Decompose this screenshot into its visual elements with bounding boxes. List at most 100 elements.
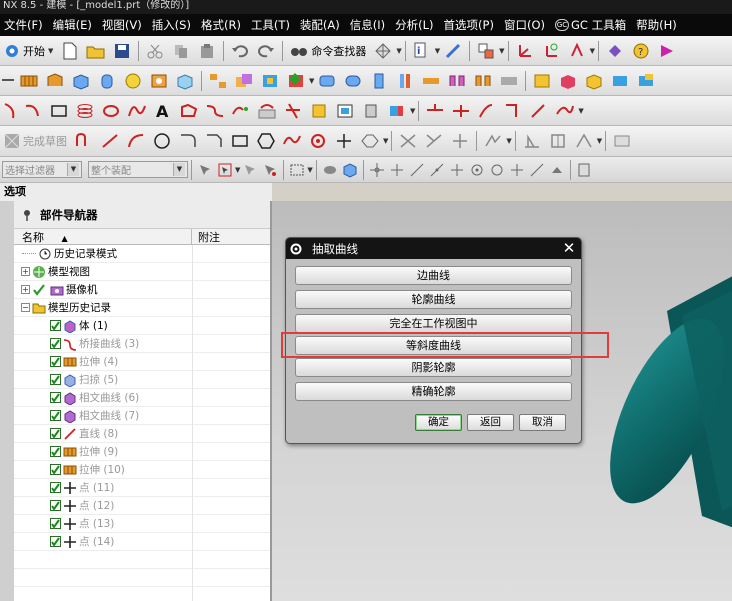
tube-icon[interactable]: [607, 69, 633, 93]
join-curve-icon[interactable]: [228, 99, 254, 123]
tree-row-feature[interactable]: 点 (12): [14, 497, 270, 515]
sweep-icon[interactable]: [581, 69, 607, 93]
constraint-icon[interactable]: [480, 129, 506, 153]
boss-icon[interactable]: [172, 69, 198, 93]
filter-combo[interactable]: 选择过滤器 ▼: [2, 161, 82, 178]
spline-icon[interactable]: [124, 99, 150, 123]
chevron-down-icon[interactable]: ▼: [578, 107, 583, 115]
expand-icon[interactable]: +: [21, 285, 30, 294]
menu-analysis[interactable]: 分析(L): [391, 17, 439, 33]
finish-sketch-button[interactable]: 完成草图: [0, 129, 71, 153]
snap-point-icon[interactable]: [367, 158, 387, 182]
ellipse-icon[interactable]: [98, 99, 124, 123]
arc-circle-icon[interactable]: [20, 99, 46, 123]
split-body-icon[interactable]: [444, 69, 470, 93]
tree-row-feature[interactable]: 体 (1): [14, 317, 270, 335]
trim-body-icon[interactable]: [418, 69, 444, 93]
resource-bar-tabs[interactable]: [0, 201, 14, 601]
emboss-icon[interactable]: [555, 69, 581, 93]
copy-icon[interactable]: [168, 39, 194, 63]
chamfer-icon[interactable]: [366, 69, 392, 93]
edge-blend-icon[interactable]: [340, 69, 366, 93]
chevron-down-icon[interactable]: ▼: [597, 137, 602, 145]
bridge-curve-icon[interactable]: [202, 99, 228, 123]
visibility-checkbox[interactable]: [50, 482, 61, 493]
thicken-icon[interactable]: [470, 69, 496, 93]
tree-row-feature[interactable]: 桥接曲线 (3): [14, 335, 270, 353]
trim-corner-icon[interactable]: [448, 99, 474, 123]
animate-dimension-icon[interactable]: [609, 129, 635, 153]
chevron-down-icon[interactable]: ▼: [506, 137, 511, 145]
menu-info[interactable]: 信息(I): [346, 17, 391, 33]
collapse-icon[interactable]: −: [21, 303, 30, 312]
tree-row-feature[interactable]: 点 (13): [14, 515, 270, 533]
paste-icon[interactable]: [194, 39, 220, 63]
fillet-icon[interactable]: [175, 129, 201, 153]
geometric-constraint-icon[interactable]: [545, 129, 571, 153]
mesh-icon[interactable]: [370, 39, 396, 63]
save-icon[interactable]: [109, 39, 135, 63]
visibility-checkbox[interactable]: [50, 536, 61, 547]
make-corner-icon[interactable]: [447, 129, 473, 153]
face-icon[interactable]: [320, 158, 340, 182]
open-folder-icon[interactable]: [83, 39, 109, 63]
chevron-down-icon[interactable]: ▼: [396, 47, 401, 55]
tree-row-feature[interactable]: 点 (11): [14, 479, 270, 497]
menu-help[interactable]: 帮助(H): [632, 17, 683, 33]
chamfer-sketch-icon[interactable]: [201, 129, 227, 153]
visibility-checkbox[interactable]: [50, 500, 61, 511]
menu-gc-toolbox[interactable]: GC GC 工具箱: [551, 17, 632, 33]
select-extended-icon[interactable]: [260, 158, 280, 182]
extract-curve-icon[interactable]: [306, 99, 332, 123]
shadow-outline-button[interactable]: 阴影轮廓: [295, 358, 572, 377]
minus-icon[interactable]: [0, 69, 16, 93]
snap-control-icon[interactable]: [447, 158, 467, 182]
menu-view[interactable]: 视图(V): [98, 17, 148, 33]
profile-icon[interactable]: [71, 129, 97, 153]
text-icon[interactable]: A: [150, 99, 176, 123]
tree-row-cameras[interactable]: + 摄像机: [14, 281, 270, 299]
snap-existing-icon[interactable]: [507, 158, 527, 182]
visibility-checkbox[interactable]: [50, 392, 61, 403]
edit-arc-icon[interactable]: [500, 99, 526, 123]
tree-row-feature[interactable]: 直线 (8): [14, 425, 270, 443]
undo-icon[interactable]: [227, 39, 253, 63]
help-icon[interactable]: ?: [628, 39, 654, 63]
menu-insert[interactable]: 插入(S): [148, 17, 197, 33]
tree-row-feature[interactable]: 拉伸 (10): [14, 461, 270, 479]
chevron-down-icon[interactable]: ▼: [410, 107, 415, 115]
tree-row-feature[interactable]: 点 (14): [14, 533, 270, 551]
layout-icon[interactable]: [473, 39, 499, 63]
navigator-pin-icon[interactable]: [20, 208, 34, 222]
extrude-icon[interactable]: [16, 69, 42, 93]
snap-midpoint-icon[interactable]: [427, 158, 447, 182]
section-curve-icon[interactable]: [332, 99, 358, 123]
body-icon[interactable]: [340, 158, 360, 182]
tree-row-feature[interactable]: 拉伸 (9): [14, 443, 270, 461]
draft-icon[interactable]: [392, 69, 418, 93]
tree-row-feature[interactable]: 相文曲线 (6): [14, 389, 270, 407]
scope-combo[interactable]: 整个装配 ▼: [88, 161, 188, 178]
expand-icon[interactable]: +: [21, 267, 30, 276]
block-icon[interactable]: [68, 69, 94, 93]
visibility-checkbox[interactable]: [50, 338, 61, 349]
snap-on-curve-icon[interactable]: [527, 158, 547, 182]
precise-outline-button[interactable]: 精确轮廓: [295, 382, 572, 401]
tree-row-feature[interactable]: 相文曲线 (7): [14, 407, 270, 425]
all-in-work-view-button[interactable]: 完全在工作视图中: [295, 314, 572, 333]
studio-spline-icon[interactable]: [279, 129, 305, 153]
menu-format[interactable]: 格式(R): [197, 17, 247, 33]
rectangle-icon[interactable]: [46, 99, 72, 123]
intersect-icon[interactable]: [283, 69, 309, 93]
project-curve-icon[interactable]: [254, 99, 280, 123]
outline-curves-button[interactable]: 轮廓曲线: [295, 290, 572, 309]
arc-icon[interactable]: [0, 99, 20, 123]
dialog-title-bar[interactable]: 抽取曲线 ✕: [286, 238, 581, 259]
rectangle-sketch-icon[interactable]: [227, 129, 253, 153]
tree-row-feature[interactable]: 拉伸 (4): [14, 353, 270, 371]
snap-icon[interactable]: [602, 39, 628, 63]
visibility-checkbox[interactable]: [50, 428, 61, 439]
shell-icon[interactable]: [314, 69, 340, 93]
select-filter-icon[interactable]: [195, 158, 215, 182]
unite-icon[interactable]: [231, 69, 257, 93]
